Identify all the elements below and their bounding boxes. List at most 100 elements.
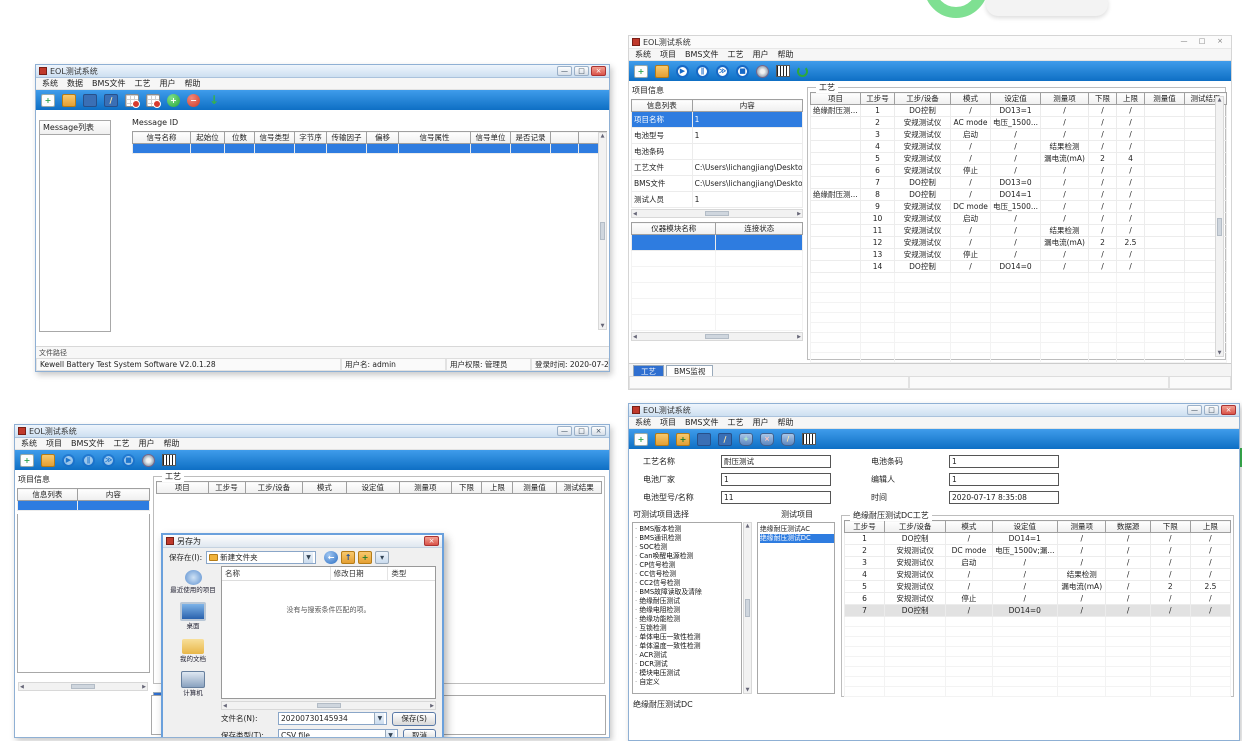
table-cell[interactable]: 安规测试仪 <box>895 117 951 129</box>
table-cell[interactable]: DO控制 <box>895 261 951 273</box>
table-cell[interactable]: 启动 <box>951 213 991 225</box>
table-cell[interactable]: / <box>1117 141 1145 153</box>
table-cell[interactable]: / <box>1117 261 1145 273</box>
table-cell[interactable]: / <box>1089 225 1117 237</box>
menu-item[interactable]: 数据 <box>67 78 83 89</box>
disc-icon[interactable] <box>142 454 155 467</box>
table-cell[interactable] <box>811 261 861 273</box>
table-cell[interactable]: DC mode <box>951 201 991 213</box>
table-cell[interactable]: 5 <box>845 581 885 593</box>
tree-item[interactable]: 单体电压一致性检测 <box>635 633 741 642</box>
table-cell[interactable]: / <box>1057 533 1106 545</box>
column-header[interactable]: 名称 <box>222 567 331 580</box>
table-cell[interactable] <box>1145 153 1185 165</box>
column-header[interactable]: 信息列表 <box>18 489 78 501</box>
table-cell[interactable]: / <box>1106 569 1150 581</box>
table-cell[interactable]: / <box>1150 593 1190 605</box>
save-as-icon[interactable]: ∕ <box>718 433 732 446</box>
menu-item[interactable]: BMS文件 <box>685 49 718 60</box>
tree-item[interactable]: CP信号检测 <box>635 561 741 570</box>
open-folder-icon[interactable] <box>41 454 55 467</box>
table-cell[interactable]: / <box>1041 105 1089 117</box>
table-cell[interactable]: 14 <box>861 261 895 273</box>
db-edit-icon[interactable]: ∕ <box>781 433 795 446</box>
table-cell[interactable]: DO控制 <box>895 105 951 117</box>
table-cell[interactable]: 9 <box>861 201 895 213</box>
table-cell[interactable]: / <box>946 569 992 581</box>
selected-test-item[interactable]: 绝缘耐压测试AC <box>760 525 834 534</box>
tree-item[interactable]: 绝缘耐压测试 <box>635 597 741 606</box>
column-header[interactable]: 模式 <box>303 482 346 494</box>
table-cell[interactable]: / <box>1057 545 1106 557</box>
column-header[interactable]: 仪器模块名称 <box>632 223 716 235</box>
column-header[interactable]: 工步/设备 <box>885 521 946 533</box>
table-cell[interactable]: / <box>1106 593 1150 605</box>
download-icon[interactable]: ↓ <box>207 94 221 107</box>
table-cell[interactable]: 3 <box>845 557 885 569</box>
table-cell[interactable]: / <box>1190 545 1230 557</box>
table-cell[interactable]: / <box>991 249 1041 261</box>
open-folder-icon[interactable] <box>62 94 76 107</box>
table-cell[interactable]: 安规测试仪 <box>895 153 951 165</box>
table-cell[interactable]: / <box>1041 177 1089 189</box>
chevron-down-icon[interactable]: ▼ <box>374 713 384 724</box>
column-header[interactable]: 上限 <box>482 482 513 494</box>
column-header[interactable] <box>551 132 579 144</box>
table-cell[interactable] <box>511 144 551 154</box>
table-cell[interactable] <box>1145 261 1185 273</box>
table-cell[interactable] <box>295 144 327 154</box>
table-cell[interactable]: 电压_1500... <box>991 117 1041 129</box>
table-cell[interactable]: 绝缘耐压测... <box>811 189 861 201</box>
table-cell[interactable]: DO14=1 <box>992 533 1057 545</box>
table-cell[interactable]: 10 <box>861 213 895 225</box>
table-cell[interactable]: 6 <box>845 593 885 605</box>
table-cell[interactable]: 11 <box>861 225 895 237</box>
table-cell[interactable]: 12 <box>861 237 895 249</box>
stop-icon[interactable]: ■ <box>122 454 135 467</box>
table-cell[interactable] <box>811 153 861 165</box>
table-cell[interactable] <box>1145 189 1185 201</box>
table-cell[interactable]: / <box>1041 189 1089 201</box>
column-header[interactable]: 信号名称 <box>133 132 191 144</box>
save-icon[interactable] <box>697 433 711 446</box>
table-cell[interactable]: C:\Users\lichangjiang\Desktop\ <box>692 160 802 176</box>
table-cell[interactable]: / <box>1041 261 1089 273</box>
column-header[interactable]: 设定值 <box>346 482 400 494</box>
table-cell[interactable]: DO14=1 <box>991 189 1041 201</box>
table-cell[interactable]: 2.5 <box>1190 581 1230 593</box>
table-cell[interactable]: 安规测试仪 <box>895 141 951 153</box>
column-header[interactable]: 设定值 <box>992 521 1057 533</box>
selected-test-item[interactable]: 绝缘耐压测试DC <box>760 534 834 543</box>
fast-forward-icon[interactable]: ≫ <box>102 454 115 467</box>
chevron-down-icon[interactable]: ▼ <box>385 730 395 737</box>
table-cell[interactable]: / <box>1089 261 1117 273</box>
table-cell[interactable]: / <box>1117 177 1145 189</box>
open-folder-icon[interactable] <box>655 65 669 78</box>
table-cell[interactable] <box>811 117 861 129</box>
table-cell[interactable]: 停止 <box>951 165 991 177</box>
table-cell[interactable]: / <box>1106 605 1150 617</box>
table-cell[interactable]: 安规测试仪 <box>895 225 951 237</box>
table-cell[interactable]: DO控制 <box>895 189 951 201</box>
table-cell[interactable]: 安规测试仪 <box>885 593 946 605</box>
table-cell[interactable]: / <box>1190 557 1230 569</box>
table-cell[interactable] <box>367 144 399 154</box>
column-header[interactable]: 测量项 <box>1057 521 1106 533</box>
new-file-icon[interactable]: + <box>20 454 34 467</box>
remove-icon[interactable]: − <box>187 94 200 107</box>
table-cell[interactable]: / <box>1041 201 1089 213</box>
table-cell[interactable]: / <box>1089 189 1117 201</box>
save-icon[interactable] <box>83 94 97 107</box>
table-cell[interactable] <box>811 213 861 225</box>
table-cell[interactable]: 结果检测 <box>1041 141 1089 153</box>
table-cell[interactable]: / <box>1117 189 1145 201</box>
table-cell[interactable]: 5 <box>861 153 895 165</box>
table-cell[interactable]: DO控制 <box>895 177 951 189</box>
tree-item[interactable]: 单体温度一致性检测 <box>635 642 741 651</box>
menu-item[interactable]: 用户 <box>138 438 154 449</box>
table-cell[interactable]: / <box>1190 605 1230 617</box>
column-header[interactable]: 内容 <box>77 489 149 501</box>
tab-bms-monitor[interactable]: BMS监视 <box>666 365 713 376</box>
close-button[interactable]: × <box>1221 405 1236 415</box>
table-cell[interactable]: / <box>1057 593 1106 605</box>
